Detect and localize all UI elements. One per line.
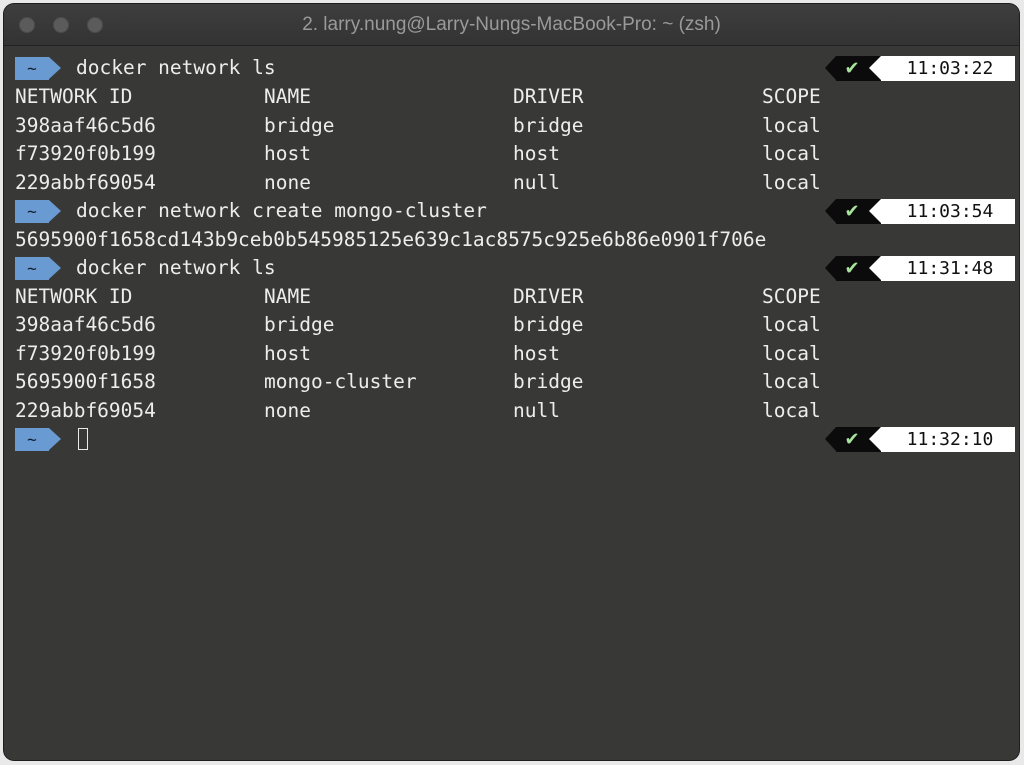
- time-arrow-icon: [869, 56, 881, 80]
- network-name: bridge: [264, 114, 335, 137]
- table-row: 5695900f1658 mongo-cluster bridge local: [15, 368, 1019, 396]
- prompt-arrow-icon: [49, 200, 61, 222]
- network-driver: bridge: [513, 370, 584, 393]
- network-scope: local: [762, 171, 821, 194]
- table-row: 398aaf46c5d6 bridge bridge local: [15, 112, 1019, 140]
- right-prompt-arrow-icon: [825, 199, 836, 223]
- prompt-dir-badge: ~: [15, 200, 49, 223]
- right-prompt-arrow-icon: [825, 56, 836, 80]
- network-driver: null: [513, 399, 560, 422]
- time-arrow-icon: [869, 199, 881, 223]
- network-driver: bridge: [513, 313, 584, 336]
- header-network-id: NETWORK ID: [15, 285, 133, 308]
- command-output: 5695900f1658cd143b9ceb0b545985125e639c1a…: [15, 226, 1019, 254]
- text-cursor: [78, 428, 88, 450]
- header-scope: SCOPE: [762, 285, 821, 308]
- check-icon: ✔: [844, 429, 860, 450]
- network-scope: local: [762, 142, 821, 165]
- time-arrow-icon: [869, 256, 881, 280]
- command-text: docker network ls: [76, 56, 276, 79]
- header-driver: DRIVER: [513, 285, 584, 308]
- network-driver: host: [513, 142, 560, 165]
- network-name: host: [264, 142, 311, 165]
- prompt-arrow-icon: [49, 257, 61, 279]
- network-name: host: [264, 342, 311, 365]
- terminal-content[interactable]: ~ docker network ls ✔ 11:03:22 NETWORK I…: [4, 46, 1019, 760]
- prompt-line: ~ docker network ls ✔ 11:31:48: [15, 254, 1019, 282]
- time-arrow-icon: [869, 427, 881, 451]
- network-id: 398aaf46c5d6: [15, 114, 156, 137]
- check-icon: ✔: [844, 201, 860, 222]
- network-name: none: [264, 399, 311, 422]
- table-row: 229abbf69054 none null local: [15, 397, 1019, 425]
- prompt-time: 11:03:22: [906, 58, 994, 79]
- network-scope: local: [762, 313, 821, 336]
- table-row: 398aaf46c5d6 bridge bridge local: [15, 311, 1019, 339]
- network-driver: host: [513, 342, 560, 365]
- check-icon: ✔: [844, 58, 860, 79]
- prompt-dir-badge: ~: [15, 57, 49, 80]
- network-hash: 5695900f1658cd143b9ceb0b545985125e639c1a…: [15, 228, 767, 251]
- prompt-time: 11:03:54: [906, 201, 994, 222]
- prompt-dir-badge: ~: [15, 428, 49, 451]
- network-name: none: [264, 171, 311, 194]
- header-driver: DRIVER: [513, 85, 584, 108]
- prompt-line: ~ docker network ls ✔ 11:03:22: [15, 54, 1019, 82]
- terminal-window: 2. larry.nung@Larry-Nungs-MacBook-Pro: ~…: [4, 4, 1019, 760]
- network-id: 5695900f1658: [15, 370, 156, 393]
- table-row: f73920f0b199 host host local: [15, 140, 1019, 168]
- header-scope: SCOPE: [762, 85, 821, 108]
- right-prompt: ✔ 11:03:54: [825, 199, 1015, 224]
- network-driver: bridge: [513, 114, 584, 137]
- check-icon: ✔: [844, 258, 860, 279]
- right-prompt-arrow-icon: [825, 256, 836, 280]
- prompt-line: ~ ✔ 11:32:10: [15, 425, 1019, 453]
- right-prompt: ✔ 11:31:48: [825, 256, 1015, 281]
- right-prompt-arrow-icon: [825, 427, 836, 451]
- header-name: NAME: [264, 285, 311, 308]
- network-name: bridge: [264, 313, 335, 336]
- network-scope: local: [762, 342, 821, 365]
- table-row: f73920f0b199 host host local: [15, 340, 1019, 368]
- prompt-time: 11:32:10: [906, 429, 994, 450]
- network-id: 229abbf69054: [15, 399, 156, 422]
- command-text: docker network create mongo-cluster: [76, 199, 487, 222]
- network-id: f73920f0b199: [15, 342, 156, 365]
- prompt-time: 11:31:48: [906, 258, 994, 279]
- network-scope: local: [762, 370, 821, 393]
- prompt-arrow-icon: [49, 57, 61, 79]
- prompt-dir-badge: ~: [15, 257, 49, 280]
- network-id: f73920f0b199: [15, 142, 156, 165]
- network-scope: local: [762, 114, 821, 137]
- network-scope: local: [762, 399, 821, 422]
- network-driver: null: [513, 171, 560, 194]
- right-prompt: ✔ 11:03:22: [825, 56, 1015, 81]
- command-text: docker network ls: [76, 256, 276, 279]
- header-name: NAME: [264, 85, 311, 108]
- table-header: NETWORK ID NAME DRIVER SCOPE: [15, 83, 1019, 111]
- network-id: 398aaf46c5d6: [15, 313, 156, 336]
- table-row: 229abbf69054 none null local: [15, 169, 1019, 197]
- right-prompt: ✔ 11:32:10: [825, 427, 1015, 452]
- header-network-id: NETWORK ID: [15, 85, 133, 108]
- network-id: 229abbf69054: [15, 171, 156, 194]
- table-header: NETWORK ID NAME DRIVER SCOPE: [15, 283, 1019, 311]
- window-title: 2. larry.nung@Larry-Nungs-MacBook-Pro: ~…: [302, 14, 721, 35]
- prompt-arrow-icon: [49, 428, 61, 450]
- title-bar[interactable]: 2. larry.nung@Larry-Nungs-MacBook-Pro: ~…: [4, 4, 1019, 46]
- network-name: mongo-cluster: [264, 370, 417, 393]
- prompt-line: ~ docker network create mongo-cluster ✔ …: [15, 197, 1019, 225]
